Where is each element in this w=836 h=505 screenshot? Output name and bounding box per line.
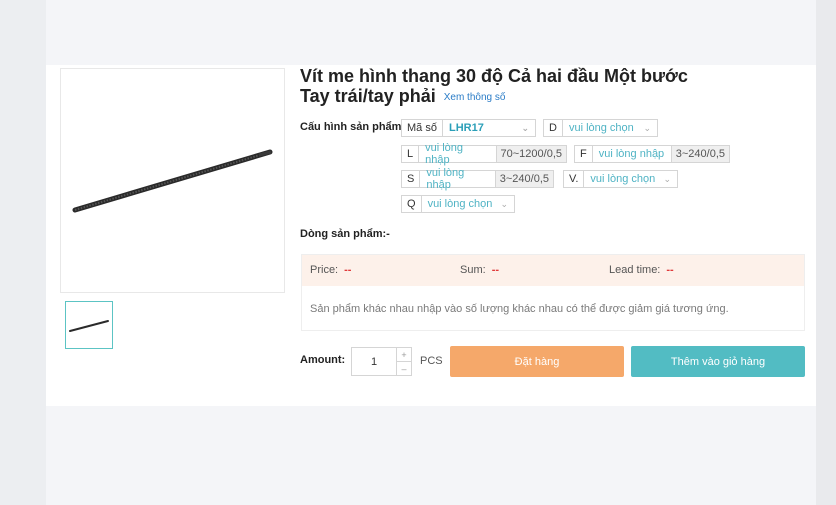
order-button[interactable]: Đặt hàng (450, 346, 624, 377)
field-range: 70~1200/0,5 (495, 146, 566, 162)
price-item: Price: -- (310, 264, 351, 276)
sum-value: -- (491, 264, 500, 276)
product-title-line1: Vít me hình thang 30 độ Cả hai đầu Một b… (300, 66, 688, 86)
config-select-code[interactable]: Mã số LHR17 ⌄ (401, 119, 536, 137)
config-input-f[interactable]: F vui lòng nhập 3~240/0,5 (574, 145, 730, 163)
config-input-l[interactable]: L vui lòng nhập 70~1200/0,5 (401, 142, 567, 166)
product-title: Vít me hình thang 30 độ Cả hai đầu Một b… (300, 66, 740, 108)
field-placeholder: vui lòng nhập (425, 142, 464, 166)
add-to-cart-button[interactable]: Thêm vào giỏ hàng (631, 346, 805, 377)
field-placeholder: vui lòng nhập (598, 148, 665, 160)
series-label: Dòng sản phẩm: (300, 228, 387, 240)
quantity-input[interactable]: 1 (352, 348, 396, 375)
page-left-margin (0, 0, 46, 505)
lead-screw-thumb-image (69, 320, 109, 332)
field-value: LHR17 (448, 122, 484, 134)
page-scrollbar-area (816, 0, 836, 505)
lead-screw-image (72, 149, 273, 213)
quantity-step-buttons: + – (396, 348, 411, 375)
minus-icon[interactable]: – (397, 361, 411, 375)
field-placeholder: vui lòng nhập (426, 167, 465, 191)
lead-time-item: Lead time: -- (609, 264, 674, 276)
lead-time-label: Lead time: (609, 264, 661, 276)
sum-label: Sum: (460, 264, 486, 276)
discount-note: Sản phẩm khác nhau nhập vào số lượng khá… (310, 303, 729, 315)
field-code: D (544, 120, 563, 136)
field-value: vui lòng chọn (590, 173, 656, 185)
sum-item: Sum: -- (460, 264, 499, 276)
product-series: Dòng sản phẩm:- (300, 228, 390, 240)
product-thumbnail[interactable] (65, 301, 113, 349)
field-value: vui lòng chọn (568, 122, 634, 134)
chevron-down-icon: ⌄ (500, 198, 508, 209)
price-box: Price: -- Sum: -- Lead time: -- Sản phẩm kh… (301, 254, 805, 331)
field-code: F (575, 146, 593, 162)
config-select-q[interactable]: Q vui lòng chọn ⌄ (401, 195, 515, 213)
plus-icon[interactable]: + (397, 348, 411, 361)
field-code: V. (564, 171, 585, 187)
view-specs-link[interactable]: Xem thông số (444, 92, 506, 103)
product-title-line2: Tay trái/tay phải (300, 86, 436, 106)
field-value: vui lòng chọn (427, 198, 493, 210)
config-input-s[interactable]: S vui lòng nhập 3~240/0,5 (401, 167, 554, 191)
field-range: 3~240/0,5 (494, 171, 553, 187)
price-header: Price: -- Sum: -- Lead time: -- (302, 255, 804, 286)
chevron-down-icon: ⌄ (663, 173, 671, 184)
chevron-down-icon: ⌄ (643, 122, 651, 133)
chevron-down-icon: ⌄ (521, 122, 529, 133)
field-code: S (402, 171, 421, 187)
field-code: Q (402, 196, 422, 212)
amount-label: Amount: (300, 354, 346, 366)
series-value: - (386, 228, 390, 240)
lead-time-value: -- (666, 264, 674, 276)
field-code: L (402, 146, 420, 162)
unit-label: PCS (420, 355, 443, 367)
quantity-stepper[interactable]: 1 + – (351, 347, 412, 376)
field-code: Mã số (402, 120, 443, 136)
product-main-image[interactable] (60, 68, 285, 293)
price-value: -- (344, 264, 352, 276)
price-label: Price: (310, 264, 339, 276)
field-range: 3~240/0,5 (670, 146, 729, 162)
config-select-v[interactable]: V. vui lòng chọn ⌄ (563, 170, 678, 188)
config-label: Cấu hình sản phẩm: (300, 121, 406, 133)
config-select-d[interactable]: D vui lòng chọn ⌄ (543, 119, 658, 137)
